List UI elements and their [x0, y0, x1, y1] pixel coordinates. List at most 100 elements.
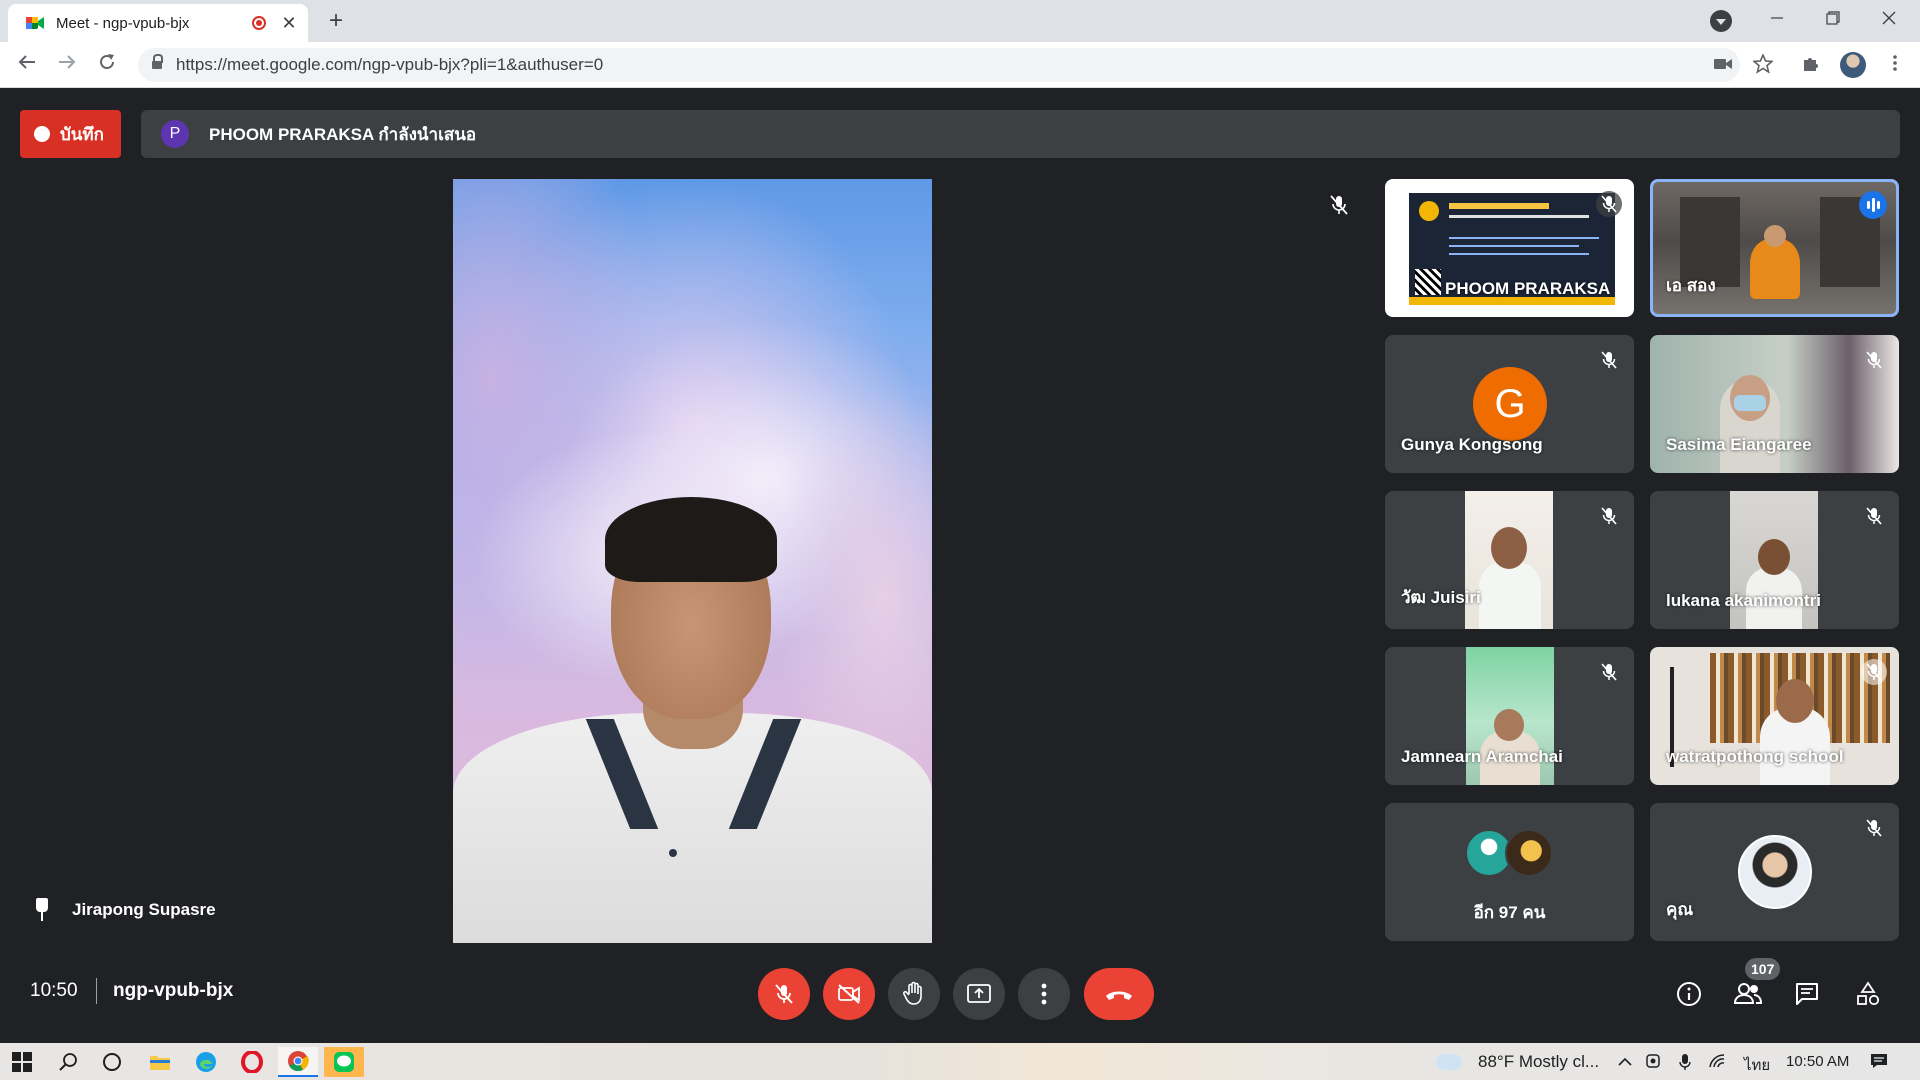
chat-button[interactable] [1791, 978, 1823, 1010]
self-avatar [1738, 835, 1812, 909]
opera-browser-icon[interactable] [232, 1047, 272, 1077]
present-now-button[interactable] [953, 968, 1005, 1020]
muted-mic-icon [1596, 659, 1622, 685]
more-participants-label: อีก 97 คน [1473, 903, 1546, 922]
browser-tab-strip: Meet - ngp-vpub-bjx ✕ + [0, 0, 1920, 42]
new-tab-button[interactable]: + [322, 8, 350, 36]
pinned-participant: Jirapong Supasre [32, 898, 216, 922]
self-tile[interactable]: คุณ [1650, 803, 1899, 941]
presenter-avatar: P [161, 120, 189, 148]
participant-tile-jamnearn[interactable]: Jamnearn Aramchai [1385, 647, 1634, 785]
edge-browser-icon[interactable] [186, 1047, 226, 1077]
video-person-head [1776, 679, 1814, 723]
cortana-circle-icon[interactable] [92, 1047, 132, 1077]
microphone-toggle-button[interactable] [758, 968, 810, 1020]
video-person-hair [605, 497, 777, 582]
hang-up-icon [1106, 991, 1132, 1000]
browser-tab-meet[interactable]: Meet - ngp-vpub-bjx ✕ [8, 4, 308, 42]
participant-tile-presentation[interactable]: PHOOM PRARAKSA [1385, 179, 1634, 317]
speaking-indicator-icon [1859, 191, 1887, 219]
participant-name: Gunya Kongsong [1401, 435, 1543, 454]
camera-in-use-icon[interactable] [1712, 54, 1734, 76]
qr-code-icon [1415, 269, 1441, 295]
raise-hand-button[interactable] [888, 968, 940, 1020]
video-person-head [1758, 539, 1790, 575]
meeting-time: 10:50 [30, 980, 78, 1001]
slide-line [1449, 237, 1599, 239]
pinned-video[interactable] [453, 179, 932, 943]
recording-button[interactable]: บันทึก [20, 110, 121, 158]
forward-icon[interactable] [52, 50, 82, 80]
slide-line [1449, 215, 1589, 218]
video-person-head [1494, 709, 1524, 741]
activities-button[interactable] [1852, 978, 1884, 1010]
camera-tray-icon[interactable] [1644, 1053, 1662, 1071]
notification-center-icon[interactable] [1870, 1053, 1888, 1071]
tab-search-icon[interactable] [1710, 10, 1732, 32]
muted-mic-icon [1861, 815, 1887, 841]
file-explorer-icon[interactable] [140, 1047, 180, 1077]
participant-tile-gunya[interactable]: G Gunya Kongsong [1385, 335, 1634, 473]
participant-tile-speaking[interactable]: เอ สอง [1650, 179, 1899, 317]
bookmark-star-icon[interactable] [1751, 52, 1775, 76]
more-options-button[interactable] [1018, 968, 1070, 1020]
line-app-icon[interactable] [324, 1047, 364, 1077]
video-person-head [1491, 527, 1527, 569]
pinned-name: Jirapong Supasre [72, 900, 216, 919]
url-text[interactable]: https://meet.google.com/ngp-vpub-bjx?pli… [176, 55, 603, 75]
pin-icon[interactable] [32, 898, 52, 922]
taskbar-search-icon[interactable] [48, 1047, 88, 1077]
more-vert-icon [1041, 983, 1047, 1005]
muted-mic-icon [1596, 347, 1622, 373]
browser-profile-avatar[interactable] [1840, 52, 1866, 78]
show-hidden-icons-chevron-icon[interactable] [1616, 1053, 1634, 1071]
extensions-puzzle-icon[interactable] [1800, 54, 1822, 76]
windows-start-icon[interactable] [2, 1047, 42, 1077]
video-monk-head [1764, 225, 1786, 247]
info-icon [1677, 982, 1701, 1006]
windows-taskbar: 88°F Mostly cl... ไทย 10:50 AM [0, 1043, 1920, 1080]
muted-mic-icon [1596, 503, 1622, 529]
minimize-button[interactable] [1754, 6, 1800, 36]
taskbar-clock[interactable]: 10:50 AM [1786, 1053, 1849, 1070]
participant-name: Sasima Eiangaree [1666, 435, 1812, 454]
hand-icon [903, 981, 922, 1005]
address-bar[interactable]: https://meet.google.com/ngp-vpub-bjx?pli… [138, 48, 1740, 82]
wifi-icon[interactable] [1708, 1053, 1726, 1071]
input-language-indicator[interactable]: ไทย [1744, 1053, 1770, 1077]
participant-tile-juisiri[interactable]: วัฒ Juisiri [1385, 491, 1634, 629]
tab-title: Meet - ngp-vpub-bjx [56, 14, 190, 32]
tab-close-icon[interactable]: ✕ [280, 13, 298, 34]
recording-indicator-icon [252, 16, 266, 30]
activities-shapes-icon [1857, 981, 1880, 1006]
slide-line [1449, 245, 1579, 247]
weather-widget[interactable]: 88°F Mostly cl... [1436, 1048, 1600, 1072]
restore-button[interactable] [1810, 6, 1856, 36]
camera-toggle-button[interactable] [823, 968, 875, 1020]
video-face-mask [1734, 395, 1766, 411]
present-screen-icon [967, 984, 991, 1003]
chrome-browser-icon[interactable] [278, 1047, 318, 1077]
microphone-tray-icon[interactable] [1676, 1053, 1694, 1071]
slide-line [1449, 253, 1589, 255]
self-name: คุณ [1666, 900, 1694, 919]
participants-button[interactable] [1732, 978, 1764, 1010]
participant-tile-lukana[interactable]: lukana akanimontri [1650, 491, 1899, 629]
leave-call-button[interactable] [1084, 968, 1154, 1020]
video-person-body [1479, 561, 1541, 629]
participant-name: PHOOM PRARAKSA [1445, 279, 1611, 298]
participant-tile-watratpothong[interactable]: watratpothong school [1650, 647, 1899, 785]
slide-title-bar [1449, 203, 1549, 209]
more-participants-tile[interactable]: อีก 97 คน [1385, 803, 1634, 941]
meeting-details-button[interactable] [1673, 978, 1705, 1010]
meeting-info-divider [96, 978, 97, 1004]
reload-icon[interactable] [92, 50, 122, 80]
presenting-text: PHOOM PRARAKSA กำลังนำเสนอ [209, 124, 477, 144]
muted-mic-icon [1861, 347, 1887, 373]
browser-menu-icon[interactable] [1884, 54, 1906, 76]
participant-tile-sasima[interactable]: Sasima Eiangaree [1650, 335, 1899, 473]
weather-text: 88°F Mostly cl... [1478, 1052, 1600, 1071]
participant-name: lukana akanimontri [1666, 591, 1821, 610]
close-window-button[interactable] [1866, 6, 1912, 36]
back-icon[interactable] [12, 50, 42, 80]
